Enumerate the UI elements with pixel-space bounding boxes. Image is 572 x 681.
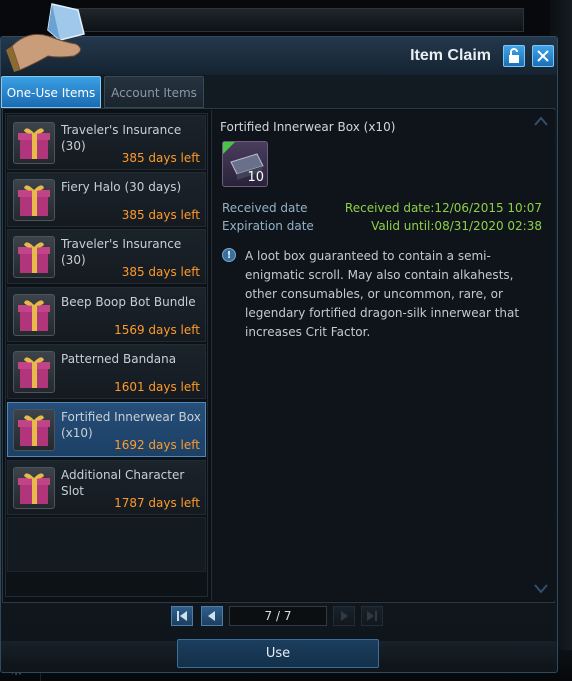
- list-item[interactable]: Beep Boop Bot Bundle 1569 days left: [7, 287, 206, 342]
- list-item[interactable]: Traveler's Insurance (30) 385 days left: [7, 115, 206, 170]
- gift-box-icon: [13, 409, 55, 451]
- gift-box-icon: [13, 467, 55, 509]
- tab-account-items[interactable]: Account Items: [104, 76, 204, 108]
- list-item-selected[interactable]: Fortified Innerwear Box (x10) 1692 days …: [7, 402, 206, 457]
- received-date-value: Received date:12/06/2015 10:07: [344, 201, 542, 215]
- days-left: 1569 days left: [114, 323, 200, 337]
- days-left: 1787 days left: [114, 496, 200, 510]
- scroll-down-icon[interactable]: [534, 584, 548, 594]
- empty-list-slot: [7, 517, 206, 572]
- detail-title: Fortified Innerwear Box (x10): [220, 120, 396, 134]
- item-name: Beep Boop Bot Bundle: [61, 295, 196, 309]
- item-name: Additional Character Slot: [61, 468, 185, 498]
- tab-one-use-items[interactable]: One-Use Items: [1, 76, 101, 108]
- close-icon: [537, 50, 549, 62]
- expiration-date-value: Valid until:08/31/2020 02:38: [371, 219, 542, 233]
- last-page-icon: [367, 611, 377, 621]
- info-icon: !: [222, 248, 236, 262]
- last-page-button[interactable]: [361, 606, 383, 626]
- days-left: 385 days left: [121, 265, 200, 279]
- next-page-button[interactable]: [333, 606, 355, 626]
- list-item[interactable]: Traveler's Insurance (30) 385 days left: [7, 229, 206, 284]
- close-button[interactable]: [532, 45, 554, 67]
- use-button[interactable]: Use: [177, 639, 379, 668]
- lock-icon: [509, 48, 519, 63]
- page-indicator: 7 / 7: [229, 606, 327, 626]
- window-title: Item Claim: [410, 47, 491, 64]
- item-list: Traveler's Insurance (30) 385 days left …: [5, 113, 208, 597]
- next-page-icon: [341, 611, 348, 621]
- gift-box-icon: [13, 294, 55, 336]
- list-item[interactable]: Fiery Halo (30 days) 385 days left: [7, 172, 206, 227]
- item-name: Patterned Bandana: [61, 352, 177, 366]
- gift-box-icon: [13, 351, 55, 393]
- gift-box-icon: [13, 179, 55, 221]
- prev-page-icon: [208, 611, 215, 621]
- list-item[interactable]: Patterned Bandana 1601 days left: [7, 344, 206, 399]
- item-name: Fortified Innerwear Box (x10): [61, 410, 201, 440]
- item-name: Fiery Halo (30 days): [61, 180, 182, 194]
- days-left: 1601 days left: [114, 380, 200, 394]
- item-description: A loot box guaranteed to contain a semi-…: [245, 249, 520, 339]
- prev-page-button[interactable]: [201, 606, 223, 626]
- gift-box-icon: [13, 236, 55, 278]
- item-detail-panel: Fortified Innerwear Box (x10) 10 Receive…: [211, 110, 555, 601]
- innerwear-box-icon: 10: [222, 141, 268, 187]
- lock-button[interactable]: [503, 45, 525, 67]
- expiration-date-label: Expiration date: [222, 219, 314, 233]
- list-item[interactable]: Additional Character Slot 1787 days left: [7, 460, 206, 515]
- first-page-icon: [177, 611, 187, 621]
- days-left: 385 days left: [121, 208, 200, 222]
- days-left: 1692 days left: [114, 438, 200, 452]
- received-date-label: Received date: [222, 201, 308, 215]
- scroll-up-icon[interactable]: [534, 116, 548, 126]
- background-bar: [70, 8, 524, 32]
- item-claim-icon: [6, 3, 85, 72]
- gift-box-icon: [13, 122, 55, 164]
- days-left: 385 days left: [121, 151, 200, 165]
- item-count: 10: [247, 170, 264, 185]
- item-name: Traveler's Insurance (30): [61, 123, 182, 153]
- item-name: Traveler's Insurance (30): [61, 237, 182, 267]
- first-page-button[interactable]: [171, 606, 193, 626]
